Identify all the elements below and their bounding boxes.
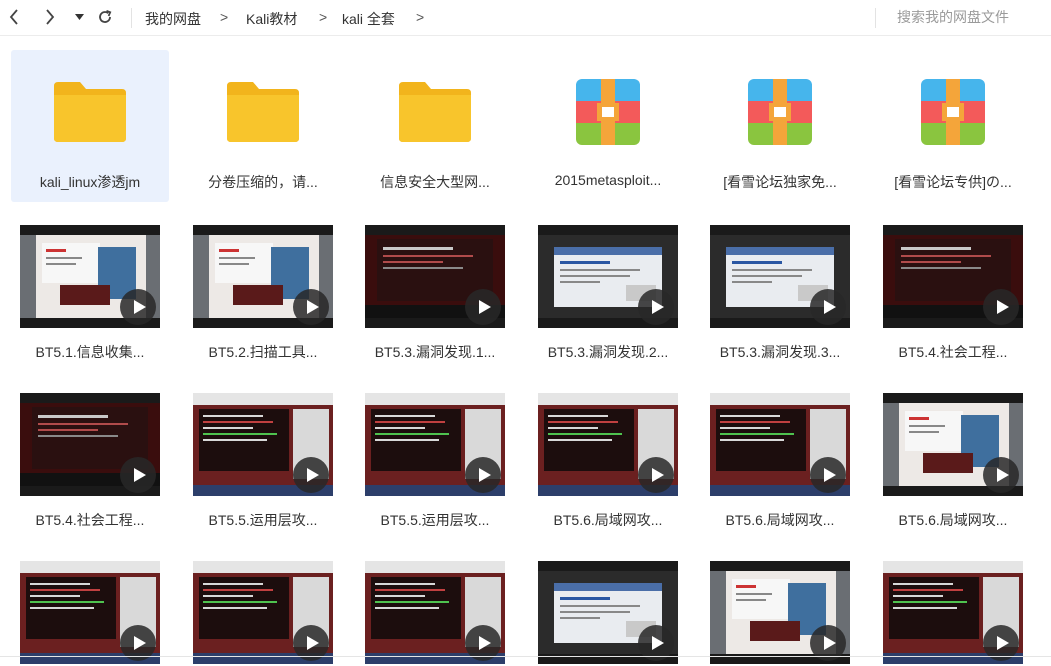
video-thumbnail — [710, 393, 850, 496]
search-divider — [875, 8, 876, 28]
file-name: BT5.3.漏洞发现.3... — [719, 344, 841, 360]
video-item[interactable]: BT5.6.局域网攻... — [874, 368, 1032, 528]
breadcrumb-item-kali-books[interactable]: Kali教材 — [246, 9, 297, 29]
video-item[interactable]: BT5.4.社会工程... — [874, 200, 1032, 360]
video-item[interactable]: BT5.3.漏洞发现.3... — [701, 200, 859, 360]
video-item[interactable]: BT5.6.局域网攻... — [529, 368, 687, 528]
video-thumbnail — [20, 225, 160, 328]
play-icon[interactable] — [293, 289, 329, 325]
play-icon[interactable] — [983, 289, 1019, 325]
video-item[interactable] — [529, 536, 687, 666]
breadcrumb-separator: > — [319, 9, 328, 25]
video-item[interactable] — [356, 536, 514, 666]
video-item[interactable]: BT5.2.扫描工具... — [184, 200, 342, 360]
video-thumbnail — [193, 393, 333, 496]
back-button[interactable] — [4, 6, 24, 28]
video-item[interactable]: BT5.5.运用层攻... — [356, 368, 514, 528]
search-input[interactable] — [884, 4, 1044, 30]
video-thumbnail — [710, 561, 850, 664]
play-icon[interactable] — [810, 457, 846, 493]
refresh-icon — [97, 9, 113, 25]
video-thumbnail — [365, 225, 505, 328]
breadcrumb-item-kali-full[interactable]: kali 全套 — [342, 9, 395, 29]
archive-icon — [576, 79, 640, 145]
chevron-left-icon — [9, 9, 19, 25]
history-dropdown-button[interactable] — [71, 6, 87, 28]
file-name: BT5.6.局域网攻... — [553, 512, 663, 528]
video-thumbnail — [193, 561, 333, 664]
caret-down-icon — [74, 14, 84, 20]
file-name: BT5.4.社会工程... — [898, 344, 1008, 360]
archive-icon — [748, 79, 812, 145]
archive-item[interactable]: [看雪论坛独家免... — [701, 50, 859, 202]
navigation-bar: 我的网盘 > Kali教材 > kali 全套 > — [0, 0, 1051, 36]
video-thumbnail — [193, 225, 333, 328]
video-thumbnail — [365, 393, 505, 496]
file-name: 分卷压缩的，请... — [208, 174, 318, 190]
video-thumbnail — [883, 225, 1023, 328]
file-name: 2015metasploit... — [554, 172, 662, 188]
video-item[interactable]: BT5.3.漏洞发现.2... — [529, 200, 687, 360]
play-icon[interactable] — [120, 289, 156, 325]
file-name: BT5.3.漏洞发现.1... — [374, 344, 496, 360]
video-thumbnail — [538, 393, 678, 496]
file-name: [看雪论坛专供]の... — [894, 174, 1012, 190]
video-item[interactable]: BT5.3.漏洞发现.1... — [356, 200, 514, 360]
folder-item[interactable]: 分卷压缩的，请... — [184, 50, 342, 202]
file-name: [看雪论坛独家免... — [723, 174, 837, 190]
video-item[interactable]: BT5.1.信息收集... — [11, 200, 169, 360]
file-name: BT5.5.运用层攻... — [208, 512, 318, 528]
play-icon[interactable] — [293, 457, 329, 493]
chevron-right-icon — [45, 9, 55, 25]
video-item[interactable]: BT5.4.社会工程... — [11, 368, 169, 528]
video-item[interactable]: BT5.5.运用层攻... — [184, 368, 342, 528]
play-icon[interactable] — [465, 457, 501, 493]
file-name: BT5.6.局域网攻... — [898, 512, 1008, 528]
archive-icon — [921, 79, 985, 145]
video-thumbnail — [883, 393, 1023, 496]
video-item[interactable] — [11, 536, 169, 666]
forward-button[interactable] — [40, 6, 60, 28]
folder-icon — [54, 82, 126, 142]
video-thumbnail — [538, 225, 678, 328]
video-thumbnail — [883, 561, 1023, 664]
video-thumbnail — [20, 393, 160, 496]
folder-icon — [399, 82, 471, 142]
file-name: BT5.1.信息收集... — [35, 344, 145, 360]
video-item[interactable] — [701, 536, 859, 666]
file-name: BT5.6.局域网攻... — [725, 512, 835, 528]
folder-icon — [227, 82, 299, 142]
folder-item[interactable]: kali_linux渗透jm — [11, 50, 169, 202]
file-name: kali_linux渗透jm — [39, 174, 141, 190]
video-thumbnail — [710, 225, 850, 328]
play-icon[interactable] — [638, 289, 674, 325]
bottom-divider — [0, 656, 1051, 657]
play-icon[interactable] — [983, 457, 1019, 493]
video-item[interactable] — [184, 536, 342, 666]
video-item[interactable]: BT5.6.局域网攻... — [701, 368, 859, 528]
file-name: 信息安全大型网... — [380, 174, 490, 190]
play-icon[interactable] — [638, 457, 674, 493]
video-thumbnail — [20, 561, 160, 664]
breadcrumb-separator: > — [416, 9, 425, 25]
play-icon[interactable] — [465, 289, 501, 325]
video-item[interactable] — [874, 536, 1032, 666]
file-name: BT5.4.社会工程... — [35, 512, 145, 528]
folder-item[interactable]: 信息安全大型网... — [356, 50, 514, 202]
breadcrumb-item-my-drive[interactable]: 我的网盘 — [145, 9, 201, 29]
file-name: BT5.3.漏洞发现.2... — [547, 344, 669, 360]
video-thumbnail — [538, 561, 678, 664]
file-name: BT5.2.扫描工具... — [208, 344, 318, 360]
play-icon[interactable] — [120, 457, 156, 493]
play-icon[interactable] — [810, 289, 846, 325]
file-name: BT5.5.运用层攻... — [380, 512, 490, 528]
video-thumbnail — [365, 561, 505, 664]
archive-item[interactable]: [看雪论坛专供]の... — [874, 50, 1032, 202]
archive-item[interactable]: 2015metasploit... — [529, 50, 687, 202]
nav-divider — [131, 8, 132, 28]
refresh-button[interactable] — [94, 6, 116, 28]
breadcrumb-separator: > — [220, 9, 229, 25]
